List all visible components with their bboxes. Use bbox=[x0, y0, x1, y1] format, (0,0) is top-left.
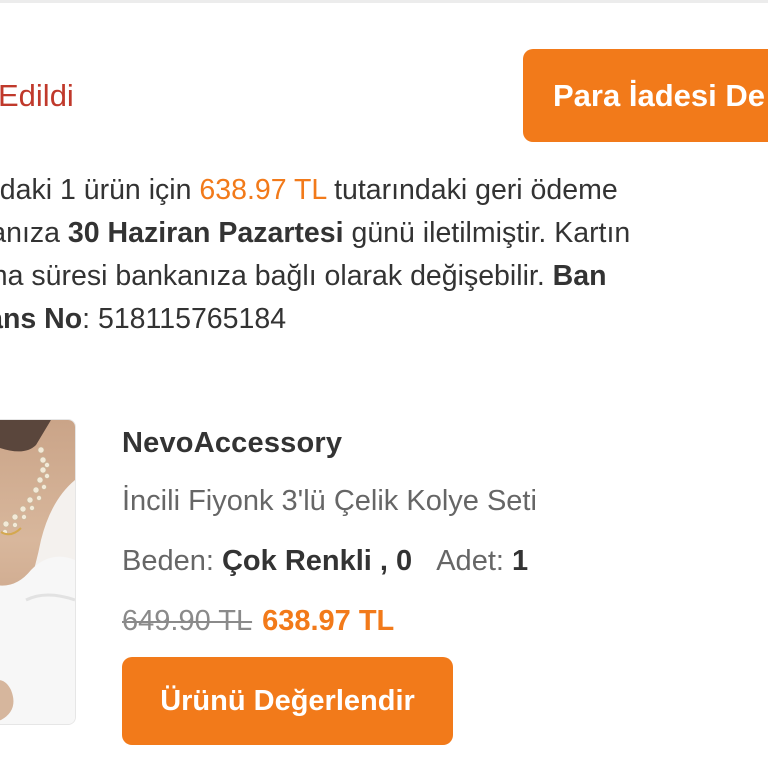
refund-message-line-4: rans No: 518115765184 bbox=[0, 298, 768, 341]
product-image[interactable] bbox=[0, 419, 76, 725]
product-title[interactable]: İncili Fiyonk 3'lü Çelik Kolye Seti bbox=[122, 485, 537, 518]
refund-text: tutarındaki geri ödeme bbox=[326, 174, 618, 206]
quantity-label: Adet: bbox=[436, 545, 504, 577]
refund-text: ğıdaki 1 ürün için bbox=[0, 174, 192, 206]
refund-message-line-2: kanıza 30 Haziran Pazartesi günü iletilm… bbox=[0, 212, 768, 255]
size-label: Beden: bbox=[122, 545, 214, 577]
refund-date: 30 Haziran Pazartesi bbox=[67, 217, 344, 249]
refund-amount: 638.97 TL bbox=[199, 174, 327, 206]
refund-text: ıma süresi bankanıza bağlı olarak değişe… bbox=[0, 260, 553, 292]
size-value: Çok Renkli , 0 bbox=[221, 545, 413, 577]
quantity-value: 1 bbox=[511, 545, 529, 577]
refund-details-button[interactable]: Para İadesi De bbox=[523, 49, 768, 142]
refund-message-line-1: ğıdaki 1 ürün için 638.97 TL tutarındaki… bbox=[0, 169, 768, 212]
refund-status-label: Edildi bbox=[0, 78, 74, 113]
price-row: 649.90 TL 638.97 TL bbox=[122, 605, 394, 638]
refund-text: : bbox=[82, 303, 98, 335]
reference-number: 518115765184 bbox=[97, 303, 287, 335]
refund-detail-screen: Edildi Para İadesi De ğıdaki 1 ürün için… bbox=[0, 0, 768, 768]
reference-label: rans No bbox=[0, 303, 83, 335]
refund-message-line-3: ıma süresi bankanıza bağlı olarak değişe… bbox=[0, 255, 768, 298]
refund-text: kanıza bbox=[0, 217, 60, 249]
refund-text: günü iletilmiştir. Kartın bbox=[343, 217, 631, 249]
original-price: 649.90 TL bbox=[122, 605, 253, 637]
necklace-photo-icon bbox=[0, 420, 75, 724]
review-product-button[interactable]: Ürünü Değerlendir bbox=[122, 657, 453, 745]
product-variant-row: Beden: Çok Renkli , 0 Adet: 1 bbox=[122, 545, 528, 578]
bank-reference-label-partial: Ban bbox=[552, 260, 607, 292]
seller-name[interactable]: NevoAccessory bbox=[122, 427, 342, 460]
top-divider bbox=[0, 0, 768, 3]
paid-price: 638.97 TL bbox=[262, 605, 395, 637]
refund-message: ğıdaki 1 ürün için 638.97 TL tutarındaki… bbox=[0, 169, 768, 341]
